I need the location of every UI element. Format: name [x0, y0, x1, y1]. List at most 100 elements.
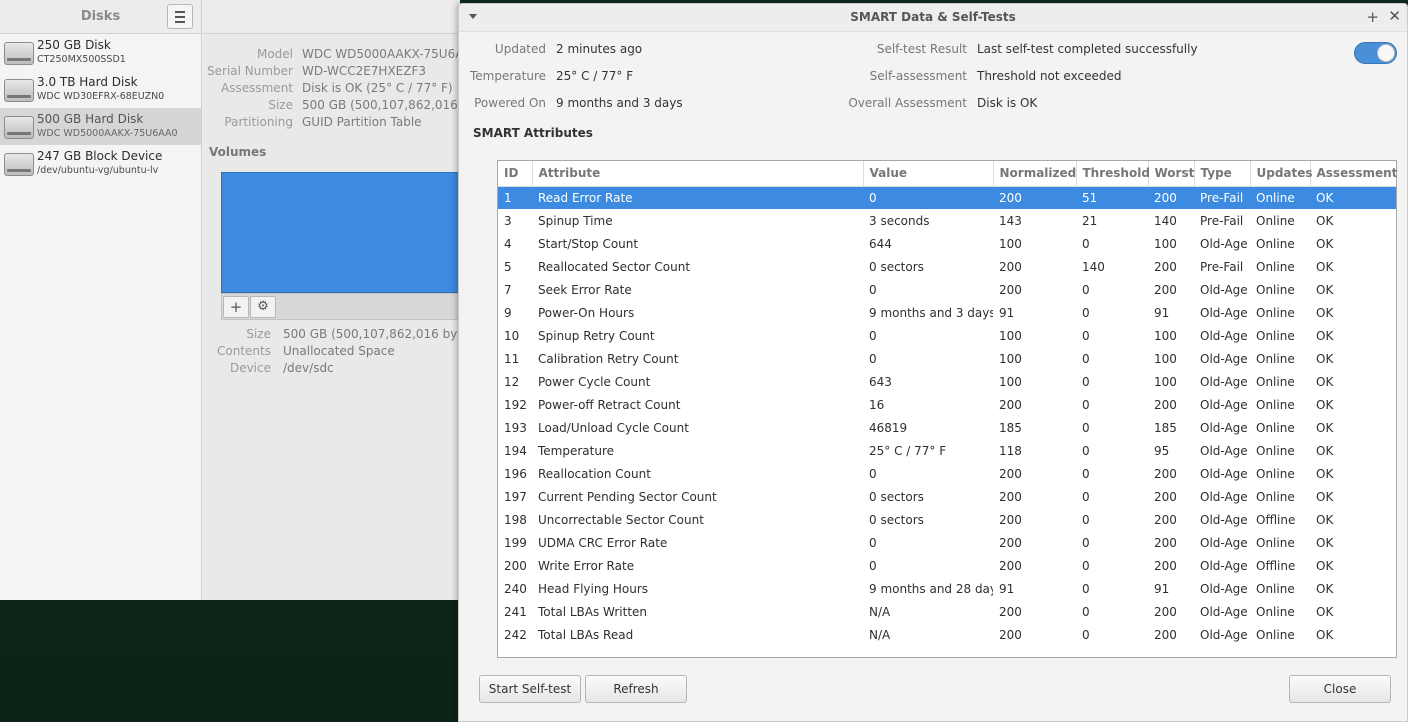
table-cell: Write Error Rate: [538, 558, 635, 573]
table-row[interactable]: 197 Current Pending Sector Count 0 sectors…: [498, 485, 1396, 508]
table-row[interactable]: 241 Total LBAs Written N/A 200 0 200 Old-Age On…: [498, 600, 1396, 623]
table-cell: OK: [1316, 466, 1334, 481]
column-header[interactable]: Worst: [1148, 161, 1195, 187]
table-cell: 200: [999, 259, 1022, 274]
gears-icon: ⚙: [257, 299, 269, 314]
close-button[interactable]: Close: [1289, 675, 1391, 703]
table-row[interactable]: 10 Spinup Retry Count 0 100 0 100 Old-Age Onlin…: [498, 324, 1396, 347]
self-assessment-value: Threshold not exceeded: [977, 69, 1122, 83]
hamburger-menu-button[interactable]: [167, 4, 193, 29]
table-row[interactable]: 3 Spinup Time 3 seconds 143 21 140 Pre-Fail Onl…: [498, 209, 1396, 232]
serial-label: Serial Number: [207, 64, 293, 78]
device-item[interactable]: 500 GB Hard Disk WDC WD5000AAKX-75U6AA0: [0, 108, 201, 145]
device-name: 247 GB Block Device: [37, 149, 163, 163]
table-cell: 0: [869, 328, 877, 343]
table-cell: 10: [504, 328, 520, 343]
table-cell: 197: [504, 489, 527, 504]
table-cell: Old-Age: [1200, 558, 1248, 573]
column-header[interactable]: Value: [863, 161, 994, 187]
model-label: Model: [256, 47, 293, 61]
table-cell: OK: [1316, 259, 1334, 274]
table-row[interactable]: 240 Head Flying Hours 9 months and 28 days…: [498, 577, 1396, 600]
table-cell: Load/Unload Cycle Count: [538, 420, 689, 435]
table-row[interactable]: 198 Uncorrectable Sector Count 0 sectors 20…: [498, 508, 1396, 531]
device-item[interactable]: 250 GB Disk CT250MX500SSD1: [0, 34, 201, 71]
column-header[interactable]: ID: [498, 161, 533, 187]
table-cell: OK: [1316, 627, 1334, 642]
column-header[interactable]: Type: [1194, 161, 1251, 187]
device-item[interactable]: 247 GB Block Device/dev/ubuntu-vg/ubuntu…: [0, 145, 201, 182]
column-header[interactable]: Updates: [1250, 161, 1313, 187]
column-header[interactable]: Threshold: [1076, 161, 1150, 187]
refresh-button[interactable]: Refresh: [585, 675, 687, 703]
table-cell: 118: [999, 443, 1022, 458]
table-cell: 100: [999, 374, 1022, 389]
hard-disk-icon: [4, 42, 34, 65]
device-item[interactable]: 3.0 TB Hard Disk WDC WD30EFRX-68EUZN0: [0, 71, 201, 108]
partitioning-row: Partitioning GUID Partition Table: [203, 115, 421, 132]
disks-window: Disks 250 GB Disk CT250MX500SSD1 3.0 TB Ha…: [0, 0, 476, 600]
table-cell: 200: [1154, 466, 1177, 481]
table-row[interactable]: 193 Load/Unload Cycle Count 46819 185 0 185 Ol…: [498, 416, 1396, 439]
table-cell: Online: [1256, 489, 1295, 504]
table-row[interactable]: 200 Write Error Rate 0 200 0 200 Old-Age Offlin…: [498, 554, 1396, 577]
table-cell: OK: [1316, 328, 1334, 343]
table-cell: N/A: [869, 604, 891, 619]
table-cell: Pre-Fail: [1194, 186, 1250, 209]
column-header[interactable]: Normalized: [993, 161, 1077, 187]
table-cell: Online: [1256, 397, 1295, 412]
table-row[interactable]: 194 Temperature 25° C / 77° F 118 0 95 Old-Age…: [498, 439, 1396, 462]
table-row[interactable]: 199 UDMA CRC Error Rate 0 200 0 200 Old-Age Onl…: [498, 531, 1396, 554]
table-cell: Pre-Fail: [1200, 259, 1244, 274]
hard-disk-icon: [4, 153, 34, 176]
table-cell: Old-Age: [1200, 282, 1248, 297]
table-row[interactable]: 12 Power Cycle Count 643 100 0 100 Old-Age Onli…: [498, 370, 1396, 393]
table-cell: 9: [504, 305, 512, 320]
smart-enable-toggle[interactable]: [1354, 42, 1397, 64]
maximize-icon[interactable]: +: [1366, 8, 1379, 26]
close-window-icon[interactable]: ✕: [1388, 7, 1401, 25]
table-row[interactable]: 4 Start/Stop Count 644 100 0 100 Old-Age Online…: [498, 232, 1396, 255]
partition-options-button[interactable]: ⚙: [250, 296, 276, 318]
table-cell: 644: [869, 236, 892, 251]
start-self-test-button[interactable]: Start Self-test: [479, 675, 581, 703]
table-row[interactable]: 9 Power-On Hours 9 months and 3 days 91 0 91 O…: [498, 301, 1396, 324]
volume-size-label: Size: [246, 327, 271, 341]
table-row[interactable]: 5 Reallocated Sector Count 0 sectors 200 140…: [498, 255, 1396, 278]
table-cell: 0: [1082, 374, 1090, 389]
table-row[interactable]: 192 Power-off Retract Count 16 200 0 200 Old-A…: [498, 393, 1396, 416]
dialog-titlebar[interactable]: SMART Data & Self-Tests + ✕: [459, 4, 1407, 32]
add-partition-button[interactable]: +: [223, 296, 249, 318]
table-row[interactable]: 11 Calibration Retry Count 0 100 0 100 Old-Age…: [498, 347, 1396, 370]
table-cell: 200: [999, 604, 1022, 619]
table-cell: OK: [1316, 374, 1334, 389]
table-cell: 0: [863, 186, 993, 209]
table-cell: Reallocation Count: [538, 466, 651, 481]
column-header[interactable]: Attribute: [532, 161, 864, 187]
table-cell: Online: [1256, 627, 1295, 642]
table-cell: 0: [869, 351, 877, 366]
table-cell: 3 seconds: [869, 213, 930, 228]
table-cell: Offline: [1256, 512, 1296, 527]
table-row[interactable]: 7 Seek Error Rate 0 200 0 200 Old-Age Online OK: [498, 278, 1396, 301]
table-cell: Old-Age: [1200, 328, 1248, 343]
volume-size-value: 500 GB (500,107,862,016 bytes: [283, 327, 476, 341]
table-cell: 200: [1154, 604, 1177, 619]
table-row[interactable]: 1 Read Error Rate 0 200 51 200 Pre-Fail Online O…: [498, 186, 1396, 209]
table-cell: 200: [1154, 512, 1177, 527]
table-row[interactable]: 242 Total LBAs Read N/A 200 0 200 Old-Age Onlin…: [498, 623, 1396, 646]
table-cell: Old-Age: [1200, 236, 1248, 251]
table-cell: Old-Age: [1200, 627, 1248, 642]
table-cell: OK: [1316, 305, 1334, 320]
table-cell: OK: [1316, 512, 1334, 527]
table-cell: 200: [999, 397, 1022, 412]
hamburger-icon: [175, 10, 185, 13]
volume-graph-free-space[interactable]: [221, 172, 461, 293]
device-model: WDC WD30EFRX-68EUZN0: [37, 91, 165, 102]
table-row[interactable]: 196 Reallocation Count 0 200 0 200 Old-Age Onli…: [498, 462, 1396, 485]
column-header[interactable]: Assessment: [1310, 161, 1397, 187]
table-cell: Power Cycle Count: [538, 374, 651, 389]
device-name: 250 GB Disk: [37, 38, 111, 52]
toggle-knob: [1377, 44, 1395, 62]
assessment-row: Assessment Disk is OK (25° C / 77° F): [203, 81, 453, 98]
